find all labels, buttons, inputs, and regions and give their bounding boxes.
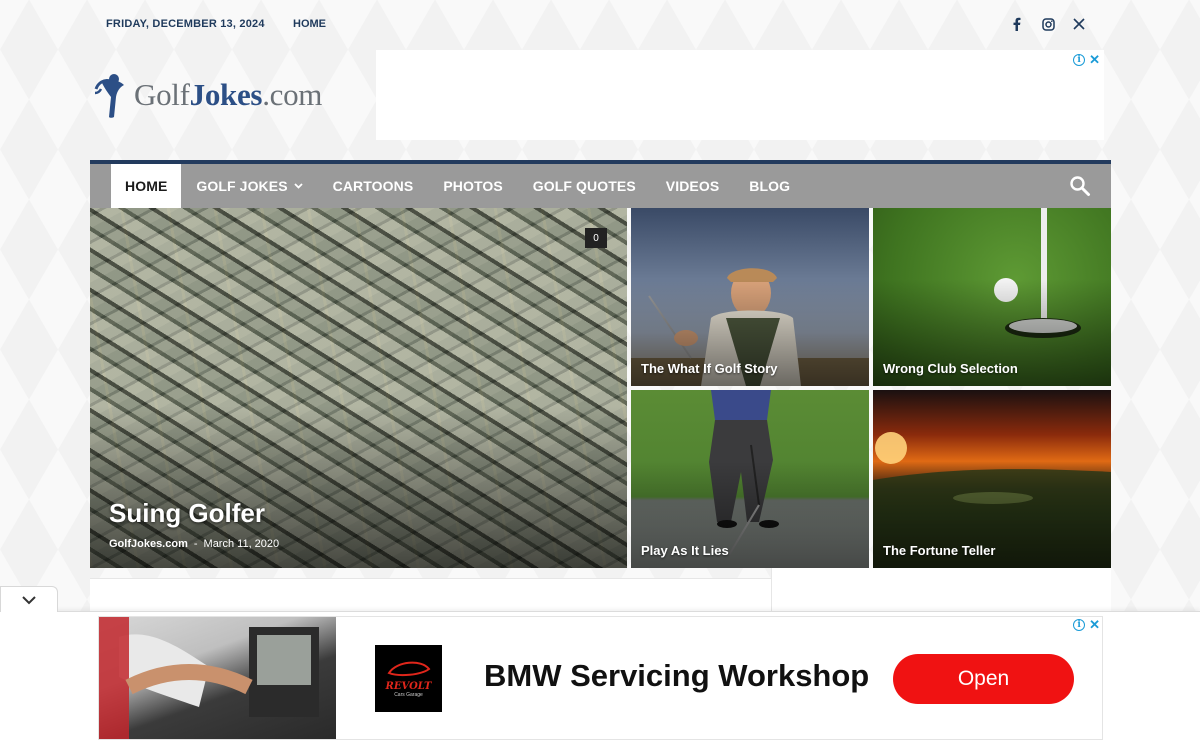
facebook-icon[interactable] xyxy=(1006,14,1026,34)
ad-photo xyxy=(99,617,336,739)
ad-headline[interactable]: BMW Servicing Workshop xyxy=(484,658,869,694)
golfer-logo-icon xyxy=(94,74,124,118)
nav-item-cartoons[interactable]: CARTOONS xyxy=(318,164,429,208)
chevron-down-icon xyxy=(294,180,303,192)
tile-title[interactable]: The What If Golf Story xyxy=(641,361,778,376)
top-home-link[interactable]: HOME xyxy=(293,18,326,30)
nav-menu: HOME GOLF JOKES CARTOONS PHOTOS GOLF QUO… xyxy=(111,164,805,208)
ad-open-button[interactable]: Open xyxy=(893,654,1074,704)
collapse-ad-button[interactable] xyxy=(0,586,58,612)
featured-tile-wrong-club[interactable]: Wrong Club Selection xyxy=(873,208,1111,386)
ad-close-icon[interactable]: ✕ xyxy=(1089,53,1100,66)
featured-main-post[interactable]: 0 Suing Golfer GolfJokes.com - March 11,… xyxy=(90,208,627,568)
top-bar: FRIDAY, DECEMBER 13, 2024 HOME xyxy=(0,0,1200,50)
header-ad-slot[interactable]: i ✕ xyxy=(376,50,1104,140)
ad-close-icon[interactable]: ✕ xyxy=(1089,618,1100,631)
ad-choices[interactable]: i ✕ xyxy=(1073,618,1100,631)
ad-choices[interactable]: i ✕ xyxy=(1073,53,1100,66)
nav-item-golf-jokes[interactable]: GOLF JOKES xyxy=(181,164,317,208)
ad-brand-logo: REVOLT Cars Garage xyxy=(375,645,442,712)
logo-wordmark: GolfJokes.com xyxy=(134,77,323,112)
post-date: March 11, 2020 xyxy=(203,538,280,550)
featured-main-title[interactable]: Suing Golfer xyxy=(109,498,265,529)
bottom-ad[interactable]: REVOLT Cars Garage BMW Servicing Worksho… xyxy=(98,616,1103,740)
ad-info-icon[interactable]: i xyxy=(1073,619,1086,631)
chevron-down-icon xyxy=(22,595,36,604)
main-nav: HOME GOLF JOKES CARTOONS PHOTOS GOLF QUO… xyxy=(90,160,1111,208)
current-date: FRIDAY, DECEMBER 13, 2024 xyxy=(106,18,265,30)
featured-tile-play-as-it-lies[interactable]: Play As It Lies xyxy=(631,390,869,568)
site-logo[interactable]: GolfJokes.com xyxy=(92,70,322,120)
ad-info-icon[interactable]: i xyxy=(1073,54,1086,66)
comment-count-badge[interactable]: 0 xyxy=(585,228,607,248)
tile-title[interactable]: Wrong Club Selection xyxy=(883,361,1018,376)
tile-title[interactable]: Play As It Lies xyxy=(641,543,729,558)
featured-tile-what-if[interactable]: The What If Golf Story xyxy=(631,208,869,386)
search-icon[interactable] xyxy=(1069,175,1091,197)
nav-item-blog[interactable]: BLOG xyxy=(734,164,805,208)
nav-item-photos[interactable]: PHOTOS xyxy=(428,164,517,208)
tile-title[interactable]: The Fortune Teller xyxy=(883,543,995,558)
nav-item-videos[interactable]: VIDEOS xyxy=(651,164,735,208)
featured-grid: 0 Suing Golfer GolfJokes.com - March 11,… xyxy=(90,208,1111,568)
x-icon[interactable] xyxy=(1069,14,1089,34)
featured-main-meta: GolfJokes.com - March 11, 2020 xyxy=(109,538,279,550)
instagram-icon[interactable] xyxy=(1038,14,1058,34)
post-author[interactable]: GolfJokes.com xyxy=(109,538,188,550)
meta-separator: - xyxy=(193,538,198,550)
nav-item-golf-quotes[interactable]: GOLF QUOTES xyxy=(518,164,651,208)
nav-item-home[interactable]: HOME xyxy=(111,164,182,208)
featured-tile-fortune-teller[interactable]: The Fortune Teller xyxy=(873,390,1111,568)
